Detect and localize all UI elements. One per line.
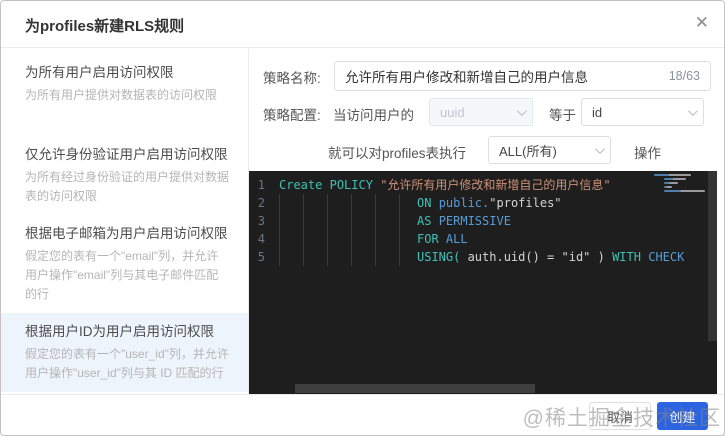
chevron-down-icon xyxy=(516,105,527,116)
sql-editor[interactable]: 1 Create POLICY "允许所有用户修改和新增自己的用户信息" 2 ON p… xyxy=(249,171,717,396)
template-item-3[interactable]: 根据电子邮箱为用户启用访问权限假定您的表有一个"email"列，并允许用户操作"… xyxy=(1,215,248,313)
line-number: 3 xyxy=(257,214,265,228)
policy-config-label: 策略配置: xyxy=(263,108,321,123)
vertical-scrollbar[interactable] xyxy=(708,171,717,341)
dialog-title: 为profiles新建RLS规则 xyxy=(25,18,185,35)
template-item-2[interactable]: 仅允许身份验证用户启用访问权限为所有经过身份验证的用户提供对数据表的访问权限 xyxy=(1,136,248,215)
minimap xyxy=(654,174,706,194)
code-line-3: 3 AS PERMISSIVE xyxy=(249,212,717,230)
code-token: USING( xyxy=(417,250,461,264)
code-token: AS xyxy=(417,214,432,228)
code-token: public. xyxy=(438,196,490,210)
template-item-title: 仅允许身份验证用户启用访问权限 xyxy=(25,147,228,162)
code-token: CHECK xyxy=(648,250,685,264)
code-token: "允许所有用户修改和新增自己的用户信息" xyxy=(380,178,611,192)
minimap-line xyxy=(664,186,672,188)
code-token: "profiles" xyxy=(489,196,562,210)
action-suffix-text: 操作 xyxy=(634,146,661,161)
code-token: ON xyxy=(417,196,432,210)
minimap-line xyxy=(664,182,678,184)
action-prefix-text: 就可以对profiles表执行 xyxy=(328,146,467,161)
template-item-title: 为所有用户启用访问权限 xyxy=(25,65,174,80)
char-counter: 18/63 xyxy=(668,69,700,83)
minimap-line xyxy=(654,174,691,176)
indent-guides xyxy=(279,212,417,230)
code-token: Create xyxy=(279,178,323,192)
close-icon[interactable]: ✕ xyxy=(695,13,709,33)
code-line-2: 2 ON public. "profiles" xyxy=(249,194,717,212)
policy-name-input[interactable]: 允许所有用户修改和新增自己的用户信息 18/63 xyxy=(334,61,711,91)
line-number: 4 xyxy=(257,232,265,246)
code-line-4: 4 FOR ALL xyxy=(249,230,717,248)
column-select-value: id xyxy=(592,104,603,120)
create-button[interactable]: 创建 xyxy=(657,402,708,430)
code-line-5: 5 USING( auth.uid() = "id" ) WITH CHECK xyxy=(249,248,717,266)
minimap-line xyxy=(664,178,686,180)
code-token: auth.uid() = "id" ) xyxy=(460,250,613,264)
action-select-value: ALL(所有) xyxy=(499,143,557,159)
line-number: 2 xyxy=(257,196,265,210)
indent-guides xyxy=(279,230,417,248)
cancel-button[interactable]: 取消 xyxy=(589,402,651,430)
template-item-desc: 假定您的表有一个"email"列，并允许用户操作"email"列与其电子邮件匹配… xyxy=(25,249,219,301)
line-number: 5 xyxy=(257,250,265,264)
dialog-footer: 取消 创建 @稀土掘金技术社区 xyxy=(1,394,724,435)
code-token: POLICY xyxy=(329,178,373,192)
indent-guides xyxy=(279,248,417,266)
code-line-1: 1 Create POLICY "允许所有用户修改和新增自己的用户信息" xyxy=(249,176,717,194)
code-token: ALL xyxy=(445,232,468,246)
indent-guides xyxy=(279,194,417,212)
code-lines: 1 Create POLICY "允许所有用户修改和新增自己的用户信息" 2 ON p… xyxy=(249,171,717,266)
policy-name-label: 策略名称: xyxy=(263,71,321,86)
code-token: FOR xyxy=(417,232,439,246)
chevron-down-icon xyxy=(687,105,698,116)
minimap-line xyxy=(664,190,705,192)
chevron-down-icon xyxy=(594,143,605,154)
policy-name-value: 允许所有用户修改和新增自己的用户信息 xyxy=(345,70,588,85)
dialog-header: 为profiles新建RLS规则 ✕ xyxy=(1,1,724,48)
template-item-desc: 为所有用户提供对数据表的访问权限 xyxy=(25,88,218,102)
template-item-title: 根据电子邮箱为用户启用访问权限 xyxy=(25,226,228,241)
config-prefix-text: 当访问用户的 xyxy=(333,108,414,123)
template-item-desc: 假定您的表有一个"user_id"列，并允许用户操作"user_id"列与其 I… xyxy=(25,347,229,380)
template-item-desc: 为所有经过身份验证的用户提供对数据表的访问权限 xyxy=(25,170,230,203)
template-item-4[interactable]: 根据用户ID为用户启用访问权限假定您的表有一个"user_id"列，并允许用户操… xyxy=(1,313,248,392)
template-item-1[interactable]: 为所有用户启用访问权限为所有用户提供对数据表的访问权限 xyxy=(1,54,248,114)
code-token: WITH xyxy=(612,250,641,264)
column-select[interactable]: id xyxy=(581,98,704,126)
equals-text: 等于 xyxy=(549,108,576,123)
field-select-value: uuid xyxy=(440,104,465,120)
horizontal-scrollbar[interactable] xyxy=(295,384,535,393)
template-list: 为所有用户启用访问权限 为所有用户提供对数据表的访问权限 仅允许身份验证用户启用访问… xyxy=(1,49,249,394)
line-number: 1 xyxy=(257,178,265,192)
code-token: PERMISSIVE xyxy=(438,214,511,228)
action-select[interactable]: ALL(所有) xyxy=(488,136,611,164)
template-item-title: 根据用户ID为用户启用访问权限 xyxy=(25,324,214,339)
field-select[interactable]: uuid xyxy=(429,98,533,126)
create-rls-rule-dialog: 为profiles新建RLS规则 ✕ 为所有用户启用访问权限为所有用户提供对数据… xyxy=(0,0,725,436)
